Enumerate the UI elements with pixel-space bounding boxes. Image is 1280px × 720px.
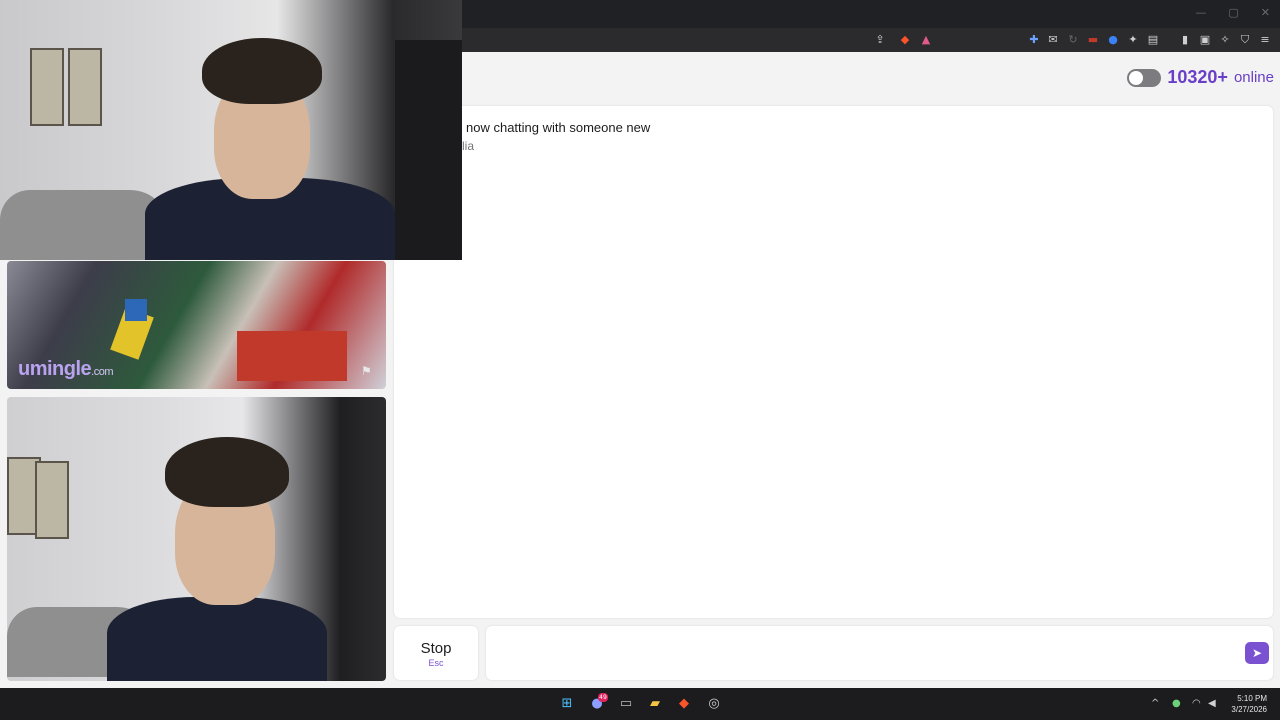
windows-start-icon[interactable]: ⊞ — [558, 695, 576, 713]
extension-icon[interactable]: ✚ — [1027, 33, 1041, 47]
chat-status-message: now chatting with someone new — [466, 120, 651, 135]
chat-status-subtext: lia — [462, 139, 475, 153]
send-icon: ➤ — [1251, 646, 1263, 660]
file-explorer-icon[interactable]: ▰ — [646, 695, 664, 713]
reading-list-icon[interactable]: ▤ — [1146, 33, 1160, 47]
stop-button[interactable]: Stop Esc — [394, 626, 478, 680]
webcam-overlay — [0, 0, 462, 260]
system-clock[interactable]: 5:10 PM 3/27/2026 — [1231, 693, 1267, 715]
microphone-icon[interactable]: ● — [1172, 698, 1181, 709]
wallet-icon[interactable]: ▣ — [1198, 33, 1212, 47]
volume-icon[interactable]: ◀ — [1208, 698, 1216, 709]
app-icon[interactable]: ◎ — [705, 695, 723, 713]
stop-button-label: Stop — [420, 640, 452, 657]
taskbar — [0, 688, 1280, 720]
extension-icon[interactable]: ↻ — [1066, 33, 1080, 47]
stop-shortcut-hint: Esc — [428, 658, 444, 668]
extensions-puzzle-icon[interactable]: ✦ — [1126, 33, 1140, 47]
online-indicator: 10320+ online — [1127, 67, 1274, 88]
wall-poster — [68, 48, 102, 126]
chat-log — [394, 106, 1273, 618]
discord-badge: 49 — [598, 693, 608, 702]
message-input[interactable] — [486, 626, 1273, 680]
theme-toggle[interactable] — [1127, 68, 1162, 87]
menu-icon[interactable]: ≡ — [1258, 33, 1272, 47]
wall-poster — [35, 461, 69, 539]
tray-overflow-icon[interactable]: ^ — [1151, 698, 1159, 709]
vpn-icon[interactable]: ⛉ — [1238, 33, 1252, 47]
extension-icon[interactable]: ▬ — [1086, 33, 1100, 47]
closet — [395, 40, 462, 260]
brave-shields-icon[interactable]: ◆ — [898, 33, 912, 47]
logo-text: umingle — [18, 358, 92, 380]
close-button[interactable]: ✕ — [1261, 6, 1270, 19]
video-scene-object — [125, 299, 147, 321]
minimize-button[interactable]: — — [1195, 6, 1206, 19]
clock-time: 5:10 PM — [1237, 694, 1267, 703]
brave-rewards-icon[interactable]: ▲ — [919, 33, 933, 47]
share-icon[interactable]: ⇪ — [873, 33, 887, 47]
send-button[interactable]: ➤ — [1245, 642, 1269, 664]
extension-icon[interactable]: ● — [1106, 33, 1120, 47]
leo-ai-icon[interactable]: ✧ — [1218, 33, 1232, 47]
self-video — [7, 397, 386, 681]
online-count: 10320+ — [1167, 67, 1228, 87]
umingle-logo: umingle.com — [18, 358, 114, 381]
wifi-icon[interactable]: ◠ — [1192, 698, 1201, 709]
sidebar-icon[interactable]: ▮ — [1178, 33, 1192, 47]
wall-poster — [30, 48, 64, 126]
video-scene-object — [237, 331, 347, 381]
window-controls: — ▢ ✕ — [1195, 6, 1270, 19]
online-label: online — [1233, 69, 1274, 86]
brave-browser-icon[interactable]: ◆ — [675, 695, 693, 713]
logo-domain: .com — [91, 366, 114, 378]
report-flag-icon[interactable]: ⚑ — [361, 364, 375, 378]
extension-icon[interactable]: ✉ — [1046, 33, 1060, 47]
clock-date: 3/27/2026 — [1231, 705, 1267, 714]
restore-button[interactable]: ▢ — [1228, 6, 1238, 19]
app-icon[interactable]: ▭ — [617, 695, 635, 713]
